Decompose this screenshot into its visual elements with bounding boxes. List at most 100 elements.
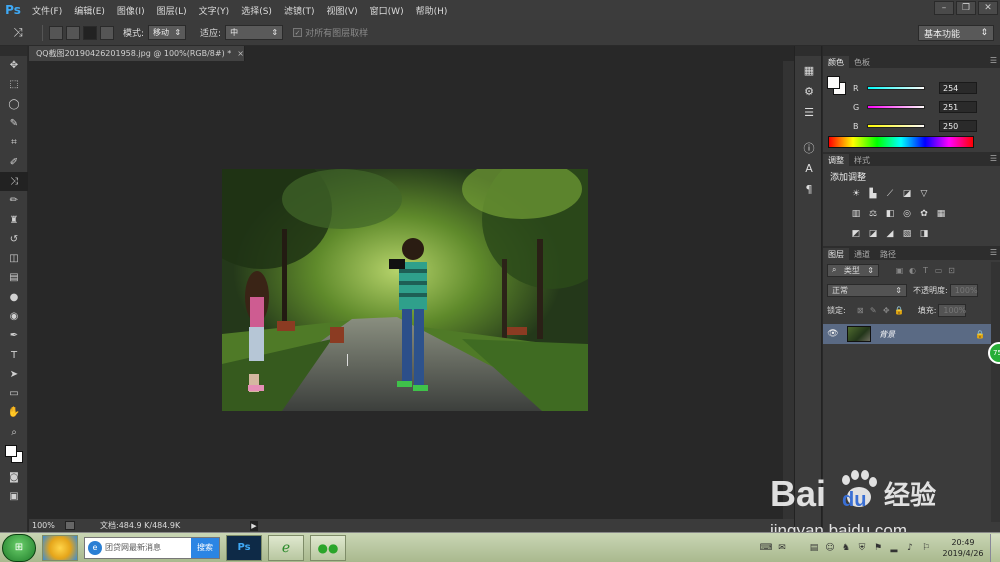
close-tab-icon[interactable]: ×	[237, 49, 244, 58]
mode-select[interactable]: 移动 ⇕	[148, 25, 187, 40]
brush-tool-icon[interactable]: ✏	[0, 191, 28, 210]
menu-item-2[interactable]: 图像(I)	[111, 4, 151, 17]
layer-filter-select[interactable]: ⌕ 类型 ⇕	[827, 263, 879, 277]
menu-item-8[interactable]: 窗口(W)	[364, 4, 410, 17]
paragraph-icon[interactable]: ¶	[795, 179, 823, 200]
menu-item-5[interactable]: 选择(S)	[235, 4, 278, 17]
lock-position-icon[interactable]: ✥	[880, 305, 893, 316]
taskbar-search[interactable]: e 团贷网最新消息 搜索	[84, 536, 220, 559]
minimize-button[interactable]: –	[934, 1, 954, 15]
color-value-field[interactable]: 254	[939, 82, 977, 94]
threshold-icon[interactable]: ◢	[883, 228, 897, 240]
color-slider-track[interactable]	[867, 124, 925, 128]
color-slider-track[interactable]	[867, 86, 925, 90]
panels-grip[interactable]	[823, 46, 1000, 54]
close-button[interactable]: ✕	[978, 1, 998, 15]
search-button[interactable]: 搜索	[191, 537, 219, 558]
dock-grip[interactable]	[795, 46, 821, 56]
history-brush-tool-icon[interactable]: ↺	[0, 230, 28, 249]
color-value-field[interactable]: 250	[939, 120, 977, 132]
screen-mode-icon[interactable]: ▣	[0, 487, 28, 506]
selective-color-icon[interactable]: ◨	[917, 228, 931, 240]
color-slider-track[interactable]	[867, 105, 925, 109]
status-icon[interactable]	[65, 521, 75, 530]
channel-mixer-icon[interactable]: ✿	[917, 208, 931, 220]
eraser-tool-icon[interactable]: ◫	[0, 249, 28, 268]
levels-icon[interactable]: ▙	[866, 188, 880, 200]
color-balance-icon[interactable]: ⚖	[866, 208, 880, 220]
smart-object-filter-icon[interactable]: ⊡	[945, 265, 958, 276]
move-tool-icon[interactable]: ✥	[0, 56, 28, 75]
ie-taskbar-button[interactable]: ℯ	[268, 534, 304, 561]
path-selection-tool-icon[interactable]: ➤	[0, 365, 28, 384]
document-image[interactable]	[222, 169, 588, 411]
pixel-filter-icon[interactable]: ▣	[893, 265, 906, 276]
gradient-map-icon[interactable]: ▧	[900, 228, 914, 240]
volume-icon[interactable]: ♪	[904, 542, 916, 554]
toolbar-grip[interactable]	[0, 46, 27, 56]
workspace-select[interactable]: 基本功能 ⇕	[918, 25, 994, 41]
color-lookup-icon[interactable]: ▦	[934, 208, 948, 220]
character-icon[interactable]: A	[795, 158, 823, 179]
photoshop-taskbar-button[interactable]: Ps	[226, 534, 262, 561]
vibrance-icon[interactable]: ▽	[917, 188, 931, 200]
menu-item-9[interactable]: 帮助(H)	[410, 4, 454, 17]
zoom-tool-icon[interactable]: ⌕	[0, 423, 28, 442]
tab-styles[interactable]: 样式	[849, 154, 875, 166]
gradient-tool-icon[interactable]: ▤	[0, 268, 28, 287]
wechat-tray-icon[interactable]: ☺	[824, 542, 836, 554]
zoom-level[interactable]: 100%	[29, 521, 65, 530]
opacity-field[interactable]: 100%	[949, 283, 978, 297]
color-value-field[interactable]: 251	[939, 101, 977, 113]
adapt-select[interactable]: 中 ⇕	[225, 25, 284, 40]
foreground-color-box[interactable]	[827, 76, 840, 89]
keyboard-icon[interactable]: ⌨	[760, 542, 773, 554]
black-white-icon[interactable]: ◧	[883, 208, 897, 220]
adjustment-filter-icon[interactable]: ◐	[906, 265, 919, 276]
dodge-tool-icon[interactable]: ◉	[0, 307, 28, 326]
menu-item-3[interactable]: 图层(L)	[151, 4, 193, 17]
tab-color[interactable]: 颜色	[823, 56, 849, 68]
exposure-icon[interactable]: ◪	[900, 188, 914, 200]
visibility-eye-icon[interactable]: 👁	[823, 329, 843, 339]
lock-transparent-icon[interactable]: ⊠	[854, 305, 867, 316]
subtract-selection-button[interactable]	[83, 25, 97, 40]
shield-icon[interactable]: ⛨	[856, 542, 868, 554]
type-filter-icon[interactable]: T	[919, 265, 932, 276]
panel-menu-icon[interactable]: ☰	[990, 56, 997, 65]
update-icon[interactable]: ⚑	[872, 542, 884, 554]
foreground-color-swatch[interactable]	[5, 444, 17, 457]
pen-tool-icon[interactable]: ✒	[0, 326, 28, 345]
hand-tool-icon[interactable]: ✋	[0, 403, 28, 422]
panel-menu-icon[interactable]: ☰	[990, 154, 997, 163]
lock-all-icon[interactable]: 🔒	[893, 305, 906, 316]
layers-scrollbar[interactable]	[991, 262, 1000, 522]
tab-paths[interactable]: 路径	[875, 248, 901, 260]
menu-item-4[interactable]: 文字(Y)	[193, 4, 236, 17]
signal-icon[interactable]: ▂	[888, 542, 900, 554]
add-selection-button[interactable]	[66, 25, 80, 40]
start-button[interactable]: ⊞	[2, 533, 36, 562]
intersect-selection-button[interactable]	[100, 25, 114, 40]
menu-item-1[interactable]: 编辑(E)	[68, 4, 111, 17]
blend-mode-select[interactable]: 正常 ⇕	[827, 283, 907, 297]
properties-icon[interactable]: ☰	[795, 102, 823, 123]
document-tab[interactable]: QQ截图20190426201958.jpg @ 100%(RGB/8#) * …	[29, 46, 245, 61]
menu-item-6[interactable]: 滤镜(T)	[278, 4, 321, 17]
layer-row-background[interactable]: 👁 背景 🔒	[823, 324, 991, 344]
tab-adjustments[interactable]: 调整	[823, 154, 849, 166]
shape-filter-icon[interactable]: ▭	[932, 265, 945, 276]
sample-all-layers-checkbox[interactable]: ✓ 对所有图层取样	[293, 26, 368, 39]
quick-selection-tool-icon[interactable]: ✎	[0, 114, 28, 133]
marquee-tool-icon[interactable]: ⬚	[0, 75, 28, 94]
type-tool-icon[interactable]: T	[0, 345, 28, 364]
photo-filter-icon[interactable]: ◎	[900, 208, 914, 220]
content-aware-move-icon[interactable]: ⤨	[0, 23, 36, 43]
clone-stamp-tool-icon[interactable]: ♜	[0, 210, 28, 229]
app-icon-360[interactable]	[42, 534, 78, 561]
mail-icon[interactable]: ✉	[776, 542, 788, 554]
panel-menu-icon[interactable]: ☰	[990, 248, 997, 257]
fill-field[interactable]: 100%	[938, 303, 967, 317]
tab-swatches[interactable]: 色板	[849, 56, 875, 68]
wechat-taskbar-button[interactable]: ●●	[310, 534, 346, 561]
